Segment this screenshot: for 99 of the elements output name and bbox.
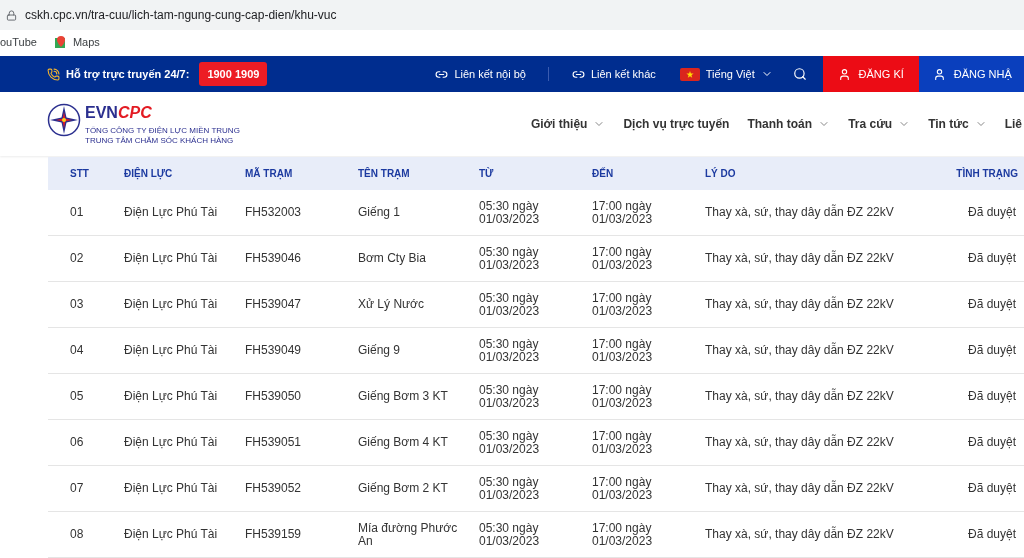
table-cell: Đã duyệt	[967, 481, 1016, 495]
table-cell: FH532003	[245, 205, 302, 219]
nav-item[interactable]: Dịch vụ trực tuyến	[623, 115, 730, 133]
table-cell: Thay xà, sứ, thay dây dẫn ĐZ 22kV	[705, 297, 894, 311]
url-field[interactable]: cskh.cpc.vn/tra-cuu/lich-tam-ngung-cung-cap-dien/khu-vuc	[25, 6, 337, 24]
table-cell: FH539052	[245, 481, 302, 495]
language-selector[interactable]: Tiếng Việt	[705, 65, 755, 83]
org-name: TỔNG CÔNG TY ĐIỆN LỰC MIỀN TRUNG	[85, 125, 240, 136]
register-button[interactable]: ĐĂNG KÍ	[822, 56, 919, 92]
table-cell: Thay xà, sứ, thay dây dẫn ĐZ 22kV	[705, 481, 894, 495]
table-cell-text: 17:00 ngày 01/03/2023	[592, 199, 654, 226]
table-cell: Giếng Bơm 3 KT	[358, 389, 448, 403]
table-cell: FH539047	[245, 297, 302, 311]
table-cell: Điện Lực Phú Tài	[124, 435, 218, 449]
table-cell: Điện Lực Phú Tài	[124, 205, 218, 219]
table-cell: FH539159	[245, 527, 302, 541]
table-cell: Điện Lực Phú Tài	[124, 389, 218, 403]
table-cell-text: 17:00 ngày 01/03/2023	[592, 291, 654, 318]
table-cell-text: 17:00 ngày 01/03/2023	[592, 337, 654, 364]
table-cell: 01	[70, 205, 84, 219]
table-cell-text: 05:30 ngày 01/03/2023	[479, 383, 541, 410]
column-header: TỪ	[479, 168, 494, 179]
table-cell: 08	[70, 527, 84, 541]
table-cell: 04	[70, 343, 84, 357]
table-cell: Bơm Cty Bia	[358, 251, 426, 265]
table-cell: 06	[70, 435, 84, 449]
table-cell: FH539051	[245, 435, 302, 449]
table-cell: Đã duyệt	[967, 389, 1016, 403]
column-header: ĐIỆN LỰC	[124, 168, 173, 179]
table-cell: Thay xà, sứ, thay dây dẫn ĐZ 22kV	[705, 343, 894, 357]
user-icon	[932, 67, 946, 81]
table-cell-text: 17:00 ngày 01/03/2023	[592, 475, 654, 502]
table-cell: Điện Lực Phú Tài	[124, 251, 218, 265]
table-cell: Thay xà, sứ, thay dây dẫn ĐZ 22kV	[705, 389, 894, 403]
user-icon	[837, 67, 851, 81]
login-button[interactable]: ĐĂNG NHẬ	[918, 56, 1024, 92]
table-cell-text: 05:30 ngày 01/03/2023	[479, 291, 541, 318]
table-cell: Giếng Bơm 4 KT	[358, 435, 448, 449]
table-cell: FH539049	[245, 343, 302, 357]
table-cell: Điện Lực Phú Tài	[124, 343, 218, 357]
table-cell: Giếng 9	[358, 343, 401, 357]
table-cell: Điện Lực Phú Tài	[124, 297, 218, 311]
table-cell: FH539050	[245, 389, 302, 403]
table-cell: FH539046	[245, 251, 302, 265]
bookmark[interactable]: ouTube	[0, 33, 37, 51]
nav-item[interactable]: Liê	[1004, 115, 1022, 133]
column-header: TÌNH TRẠNG	[956, 168, 1018, 179]
logo-text: EVNCPC	[85, 102, 153, 123]
hotline-badge[interactable]: 1900 1909	[199, 61, 268, 87]
lock-icon	[6, 9, 17, 21]
table-cell: Đã duyệt	[967, 527, 1016, 541]
table-cell: Điện Lực Phú Tài	[124, 481, 218, 495]
internal-link[interactable]: Liên kết nội bộ	[454, 65, 526, 83]
column-header: TÊN TRẠM	[358, 168, 410, 179]
table-cell: Đã duyệt	[967, 251, 1016, 265]
table-cell: Đã duyệt	[967, 297, 1016, 311]
map-pin-icon	[54, 36, 67, 48]
table-cell: Thay xà, sứ, thay dây dẫn ĐZ 22kV	[705, 251, 894, 265]
table-cell-text: 05:30 ngày 01/03/2023	[479, 429, 541, 456]
nav-item[interactable]: Tin tức	[928, 115, 969, 133]
table-cell: Đã duyệt	[967, 205, 1016, 219]
table-cell-text: 17:00 ngày 01/03/2023	[592, 429, 654, 456]
nav-item[interactable]: Thanh toán	[747, 115, 813, 133]
table-cell: Đã duyệt	[967, 435, 1016, 449]
search-icon[interactable]	[792, 67, 807, 81]
table-cell: Giếng 1	[358, 205, 401, 219]
bookmark[interactable]: Maps	[72, 33, 100, 51]
table-cell: Đã duyệt	[967, 343, 1016, 357]
table-cell: Mía đường Phước An	[358, 520, 458, 548]
table-cell: 02	[70, 251, 84, 265]
table-cell: Giếng Bơm 2 KT	[358, 481, 448, 495]
table-cell: Thay xà, sứ, thay dây dẫn ĐZ 22kV	[705, 527, 894, 541]
table-cell: Xử Lý Nước	[358, 297, 424, 311]
table-cell-text: 05:30 ngày 01/03/2023	[479, 521, 541, 548]
table-cell: 07	[70, 481, 84, 495]
flag-icon	[679, 67, 700, 81]
column-header: LÝ DO	[705, 168, 736, 179]
phone-icon	[47, 67, 60, 81]
external-link[interactable]: Liên kết khác	[590, 65, 656, 83]
table-cell-text: 17:00 ngày 01/03/2023	[592, 521, 654, 548]
support-label: Hỗ trợ trực truyến 24/7:	[66, 66, 190, 83]
nav-item[interactable]: Tra cứu	[848, 115, 893, 133]
table-cell: Thay xà, sứ, thay dây dẫn ĐZ 22kV	[705, 435, 894, 449]
table-cell-text: 17:00 ngày 01/03/2023	[592, 245, 654, 272]
table-cell: 05	[70, 389, 84, 403]
table-cell-text: 05:30 ngày 01/03/2023	[479, 199, 541, 226]
org-subtitle: TRUNG TÂM CHĂM SÓC KHÁCH HÀNG	[85, 135, 235, 146]
column-header: MÃ TRẠM	[245, 168, 293, 179]
table-cell-text: 05:30 ngày 01/03/2023	[479, 475, 541, 502]
table-cell-text: 05:30 ngày 01/03/2023	[479, 337, 541, 364]
table-cell: Điện Lực Phú Tài	[124, 527, 218, 541]
table-cell: Thay xà, sứ, thay dây dẫn ĐZ 22kV	[705, 205, 894, 219]
column-header: STT	[70, 168, 89, 179]
table-cell-text: 17:00 ngày 01/03/2023	[592, 383, 654, 410]
column-header: ĐẾN	[592, 168, 614, 179]
nav-item[interactable]: Giới thiệu	[530, 115, 588, 133]
table-cell-text: 05:30 ngày 01/03/2023	[479, 245, 541, 272]
table-cell: 03	[70, 297, 84, 311]
logo-icon	[47, 102, 81, 137]
